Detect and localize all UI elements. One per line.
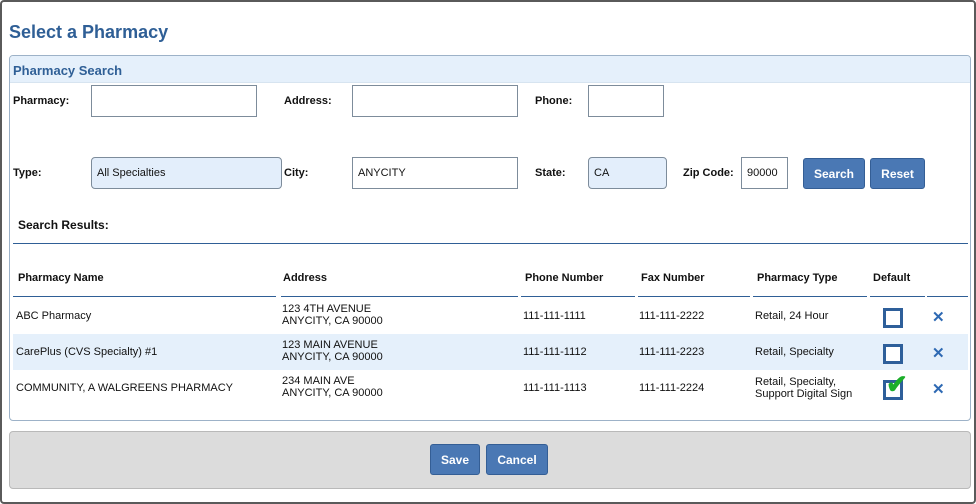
header-rule [13,296,276,297]
zip-input[interactable] [741,157,788,189]
header-rule [753,296,867,297]
state-select[interactable]: CA [588,157,667,189]
state-label: State: [535,167,566,179]
phone-input[interactable] [588,85,664,117]
address-cell: 123 4TH AVENUE ANYCITY, CA 90000 [282,303,383,327]
close-icon[interactable]: ✕ [932,308,945,326]
results-divider [13,243,968,244]
pharmacy-type-cell: Retail, Specialty [755,346,834,358]
pharmacy-type-cell: Retail, Specialty, Support Digital Sign [755,376,853,400]
default-checkbox[interactable]: ✔ [883,371,908,400]
col-header-address: Address [283,272,328,284]
fax-cell: 111-111-2222 [639,310,705,322]
zip-label: Zip Code: [683,167,734,179]
col-header-pharmacy-type: Pharmacy Type [757,272,838,284]
pharmacy-name-cell: COMMUNITY, A WALGREENS PHARMACY [16,382,233,394]
phone-cell: 111-111-1112 [523,346,587,358]
table-row[interactable]: ABC Pharmacy 123 4TH AVENUE ANYCITY, CA … [13,298,968,334]
phone-label: Phone: [535,95,573,107]
pharmacy-name-cell: ABC Pharmacy [16,310,92,322]
address-input[interactable] [352,85,518,117]
table-row[interactable]: COMMUNITY, A WALGREENS PHARMACY 234 MAIN… [13,370,968,406]
col-header-phone: Phone Number [525,272,604,284]
pharmacy-search-panel: Pharmacy Search Pharmacy: Address: Phone… [9,55,971,421]
type-label: Type: [13,167,42,179]
address-label: Address: [284,95,332,107]
pharmacy-type-cell: Retail, 24 Hour [755,310,829,322]
close-icon[interactable]: ✕ [932,380,945,398]
phone-cell: 111-111-1111 [523,310,586,322]
col-header-default: Default [873,272,911,284]
state-select-value: CA [594,167,610,179]
pharmacy-label: Pharmacy: [13,95,70,107]
phone-cell: 111-111-1113 [523,382,587,394]
header-rule [638,296,750,297]
checkmark-icon: ✔ [886,369,908,399]
fax-cell: 111-111-2223 [639,346,705,358]
panel-title: Pharmacy Search [13,63,123,78]
default-checkbox[interactable] [883,308,903,328]
dialog-frame: Select a Pharmacy Pharmacy Search Pharma… [0,0,976,504]
col-header-fax: Fax Number [641,272,705,284]
header-rule [870,296,925,297]
footer-bar: Save Cancel [9,431,971,489]
city-label: City: [284,167,309,179]
address-cell: 123 MAIN AVENUE ANYCITY, CA 90000 [282,339,383,363]
city-input[interactable] [352,157,518,189]
search-button[interactable]: Search [803,158,865,189]
fax-cell: 111-111-2224 [639,382,705,394]
pharmacy-name-cell: CarePlus (CVS Specialty) #1 [16,346,158,358]
pharmacy-input[interactable] [91,85,257,117]
type-select[interactable]: All Specialties [91,157,282,189]
type-select-value: All Specialties [97,167,166,179]
close-icon[interactable]: ✕ [932,344,945,362]
col-header-pharmacy-name: Pharmacy Name [18,272,104,284]
address-cell: 234 MAIN AVE ANYCITY, CA 90000 [282,375,383,399]
cancel-button[interactable]: Cancel [486,444,548,475]
reset-button[interactable]: Reset [870,158,925,189]
default-checkbox[interactable] [883,344,903,364]
header-rule [927,296,968,297]
page-title: Select a Pharmacy [9,22,169,42]
save-button[interactable]: Save [430,444,480,475]
panel-header: Pharmacy Search [10,56,970,83]
search-results-label: Search Results: [18,218,109,232]
header-rule [521,296,635,297]
header-rule [281,296,518,297]
table-row[interactable]: CarePlus (CVS Specialty) #1 123 MAIN AVE… [13,334,968,370]
